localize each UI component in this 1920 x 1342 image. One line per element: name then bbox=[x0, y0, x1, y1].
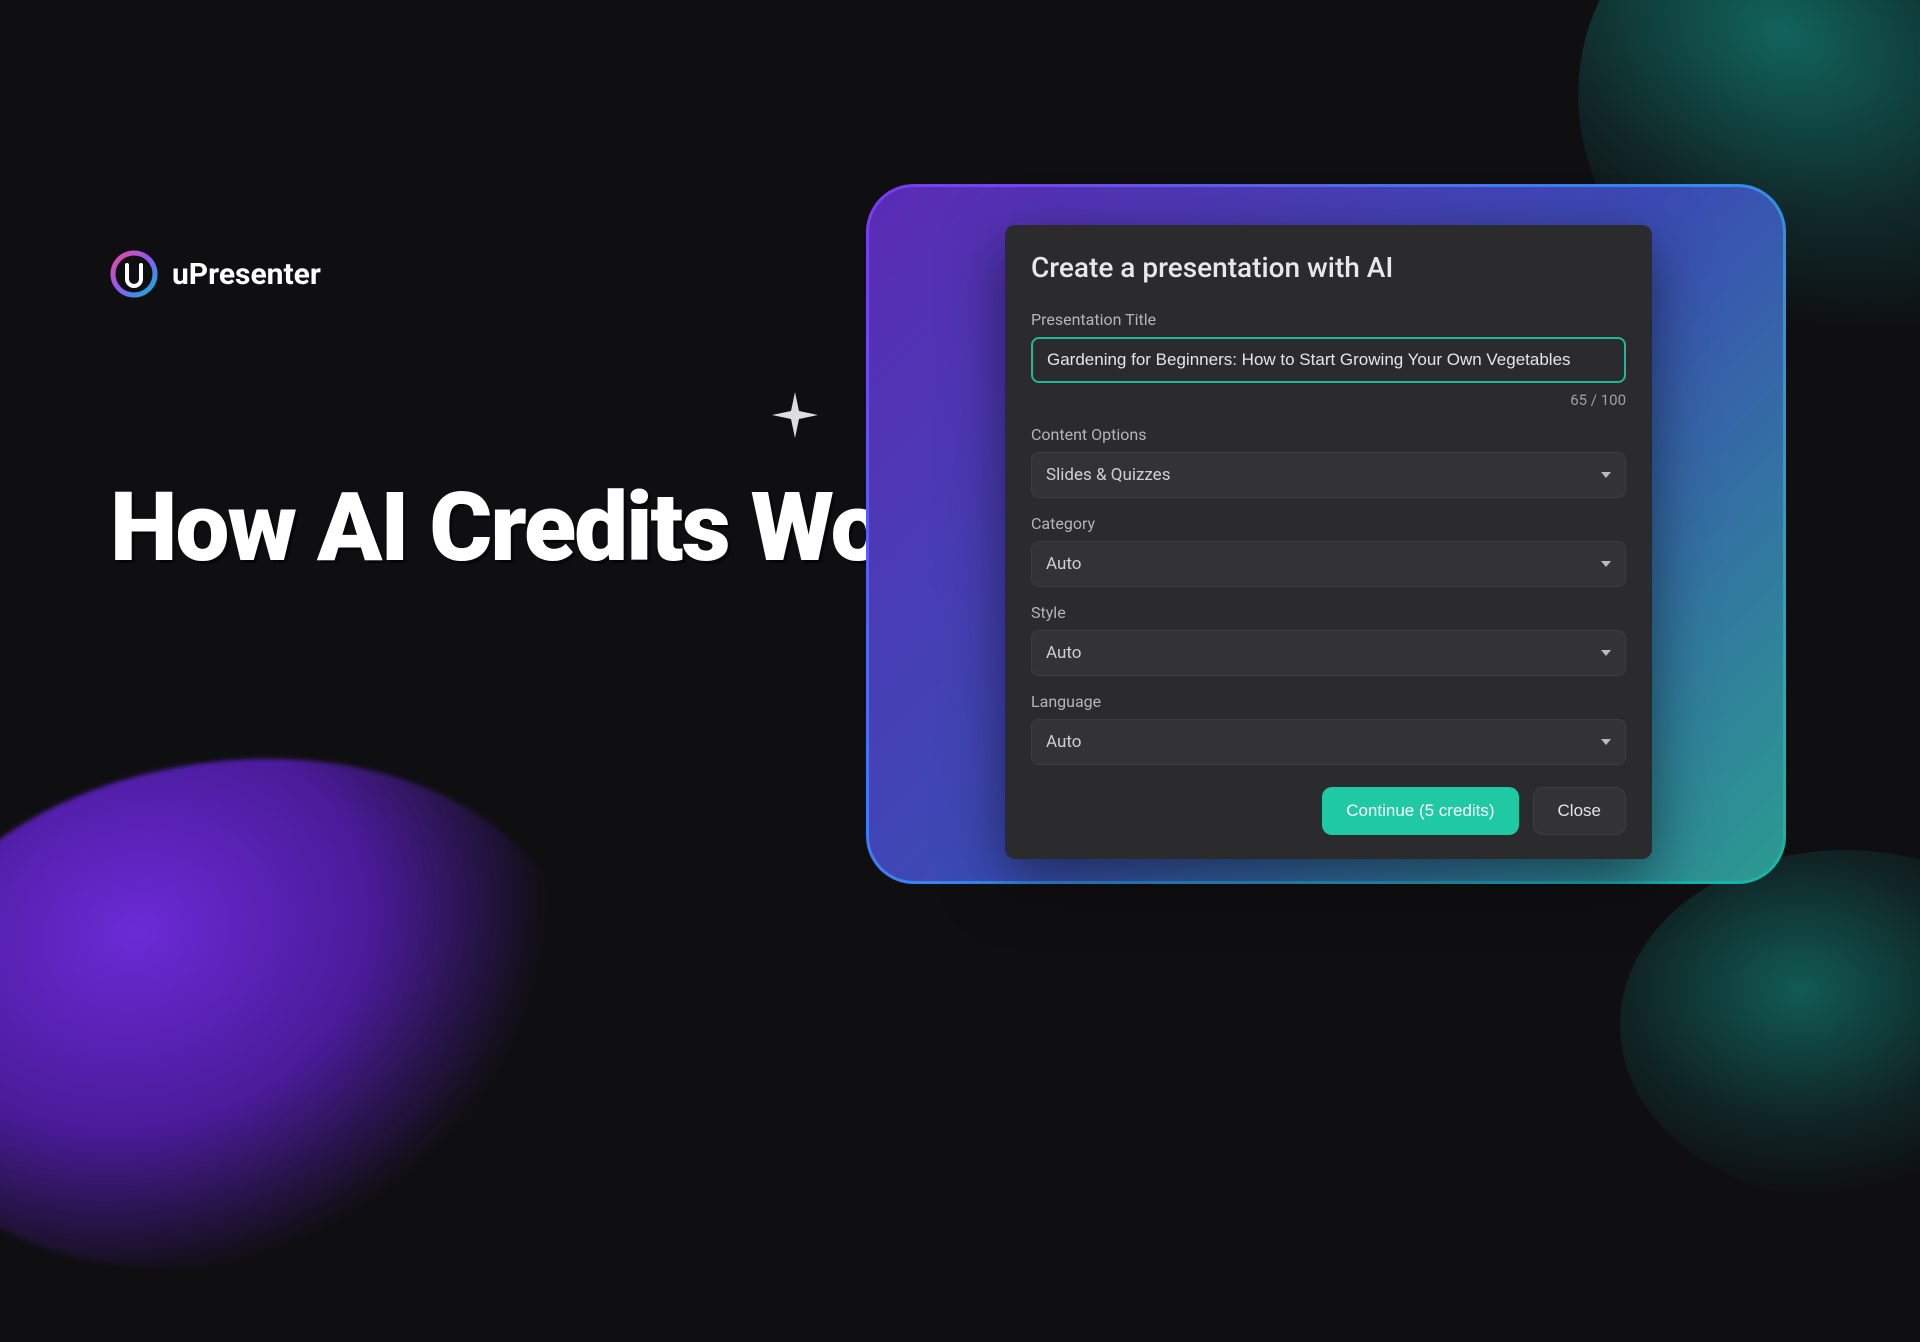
content-options-label: Content Options bbox=[1031, 425, 1626, 444]
content-options-value: Slides & Quizzes bbox=[1046, 465, 1170, 485]
chevron-down-icon bbox=[1601, 650, 1611, 656]
presentation-title-input[interactable] bbox=[1031, 337, 1626, 383]
title-char-count: 65 / 100 bbox=[1031, 391, 1626, 409]
style-value: Auto bbox=[1046, 643, 1081, 663]
style-label: Style bbox=[1031, 603, 1626, 622]
chevron-down-icon bbox=[1601, 472, 1611, 478]
language-select[interactable]: Auto bbox=[1031, 719, 1626, 765]
dialog-title: Create a presentation with AI bbox=[1031, 251, 1626, 284]
decorative-blob-teal-bottom bbox=[1620, 850, 1920, 1200]
logo-icon bbox=[110, 250, 158, 298]
create-presentation-dialog: Create a presentation with AI Presentati… bbox=[1005, 225, 1652, 859]
brand-name: uPresenter bbox=[172, 257, 321, 292]
category-value: Auto bbox=[1046, 554, 1081, 574]
content-options-select[interactable]: Slides & Quizzes bbox=[1031, 452, 1626, 498]
category-select[interactable]: Auto bbox=[1031, 541, 1626, 587]
language-label: Language bbox=[1031, 692, 1626, 711]
sparkle-icon bbox=[770, 390, 820, 440]
title-label: Presentation Title bbox=[1031, 310, 1626, 329]
chevron-down-icon bbox=[1601, 739, 1611, 745]
category-label: Category bbox=[1031, 514, 1626, 533]
chevron-down-icon bbox=[1601, 561, 1611, 567]
language-value: Auto bbox=[1046, 732, 1081, 752]
continue-button[interactable]: Continue (5 credits) bbox=[1322, 787, 1518, 835]
style-select[interactable]: Auto bbox=[1031, 630, 1626, 676]
decorative-blob-purple bbox=[0, 678, 633, 1342]
close-button[interactable]: Close bbox=[1533, 787, 1626, 835]
